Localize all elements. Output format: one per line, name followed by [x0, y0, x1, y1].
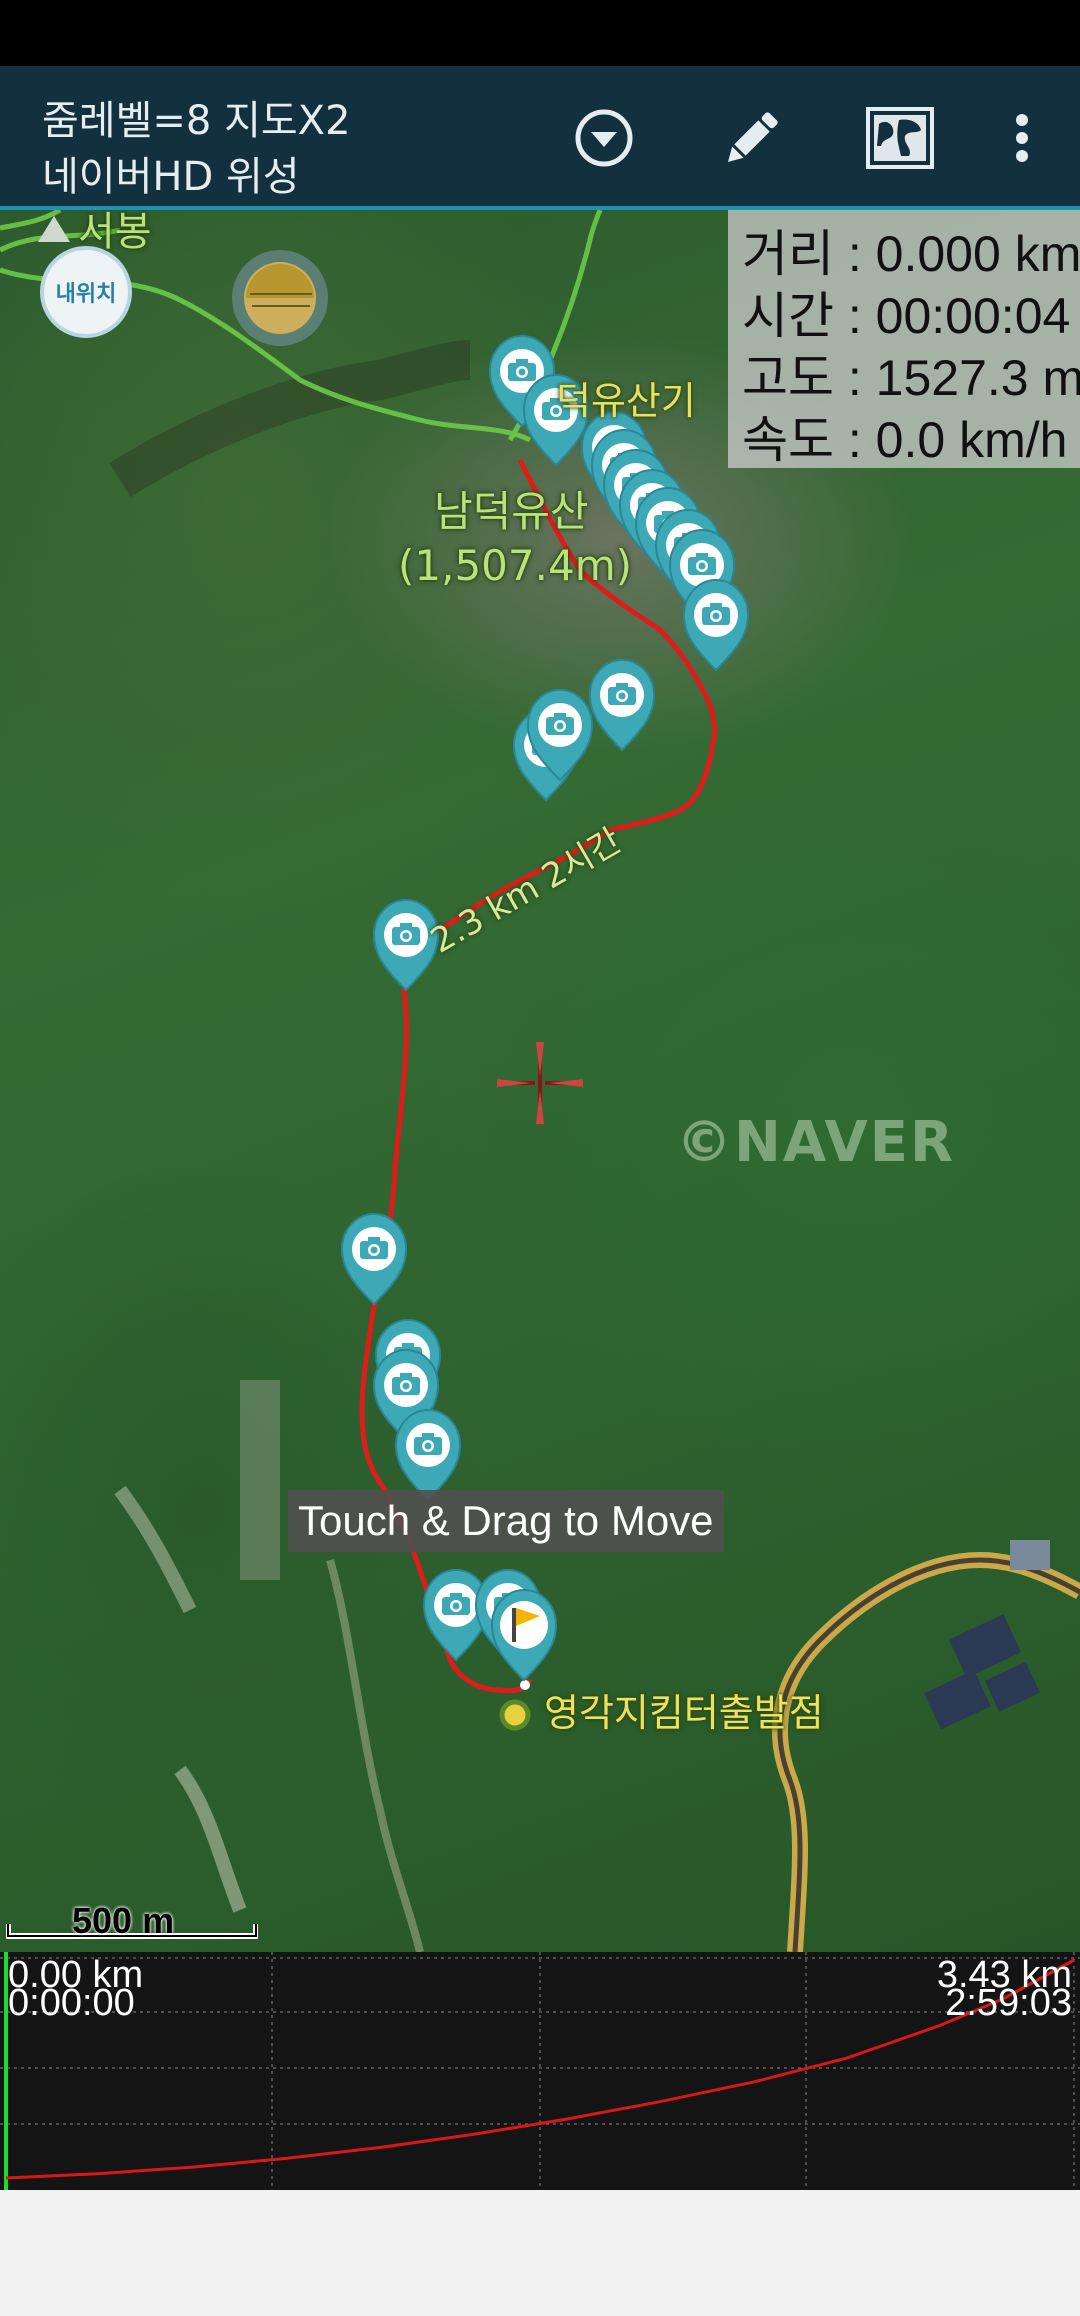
peak-triangle-icon — [38, 216, 70, 242]
naver-watermark: ©NAVER — [676, 1110, 956, 1175]
zoom-level-text: 줌레벨=8 지도X2 — [42, 98, 351, 144]
label-trailhead: 영각지킴터출발점 — [544, 1691, 824, 1735]
map-view[interactable]: 내위치 서봉 덕유산기 남덕유산 (1,507.4m) 2.3 km 2시간 영… — [0, 210, 1080, 1952]
map-icon — [866, 107, 934, 169]
chevron-down-circle-icon — [575, 109, 633, 167]
elevation-chart-svg — [0, 1952, 1080, 2190]
compass-icon — [244, 262, 316, 334]
compass-button[interactable] — [232, 250, 328, 346]
chart-end-time: 2:59:03 — [945, 1982, 1072, 2024]
elevation-chart[interactable]: 0.00 km 0:00:00 3.43 km 2:59:03 — [0, 1952, 1080, 2190]
top-toolbar: 줌레벨=8 지도X2 네이버HD 위성 — [0, 66, 1080, 210]
status-bar — [0, 0, 1080, 66]
my-location-button[interactable]: 내위치 — [40, 246, 132, 338]
label-seobong: 서봉 — [78, 210, 152, 255]
track-info-panel: 거리 : 0.000 km 시간 : 00:00:04 고도 : 1527.3 … — [728, 210, 1080, 468]
my-location-label: 내위치 — [55, 282, 117, 307]
speed-value: 속도 : 0.0 km/h — [742, 412, 1068, 468]
chart-start-time: 0:00:00 — [8, 1982, 135, 2024]
label-peak-elevation: (1,507.4m) — [398, 541, 632, 590]
bottom-area — [0, 2190, 1080, 2316]
drag-toast: Touch & Drag to Move — [288, 1490, 724, 1552]
edit-button[interactable] — [710, 96, 794, 180]
dropdown-button[interactable] — [562, 96, 646, 180]
label-peak-name: 남덕유산 — [434, 487, 589, 536]
elevation-line — [5, 1958, 1075, 2180]
chart-grid — [0, 1952, 1080, 2190]
map-select-button[interactable] — [858, 96, 942, 180]
scale-bar: 500 m — [6, 1900, 258, 1941]
scale-label: 500 m — [72, 1900, 175, 1941]
pencil-icon — [727, 112, 778, 163]
more-options-button[interactable] — [980, 96, 1064, 180]
label-peak-area: 덕유산기 — [556, 379, 696, 423]
map-type-text[interactable]: 네이버HD 위성 — [42, 144, 300, 202]
more-vert-icon — [1016, 114, 1028, 162]
